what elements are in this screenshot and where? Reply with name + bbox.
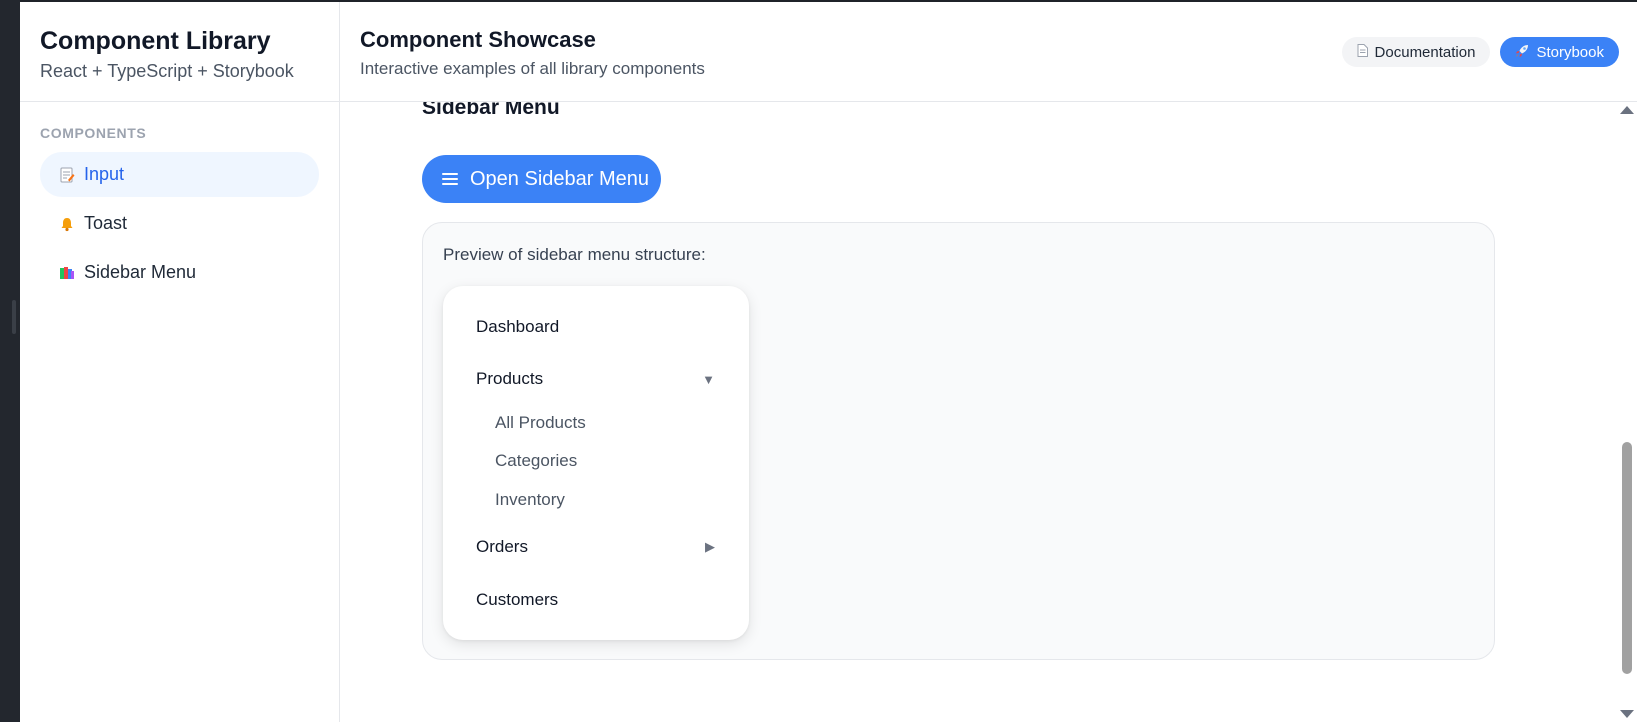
scroll-down-icon[interactable]	[1620, 710, 1634, 718]
brand: Component Library React + TypeScript + S…	[20, 2, 339, 102]
menu-item-customers[interactable]: Customers	[476, 590, 715, 610]
page-icon	[1357, 44, 1368, 60]
top-bar: Component Showcase Interactive examples …	[340, 2, 1637, 102]
open-sidebar-menu-label: Open Sidebar Menu	[470, 167, 650, 190]
storybook-button[interactable]: Storybook	[1500, 37, 1619, 67]
memo-icon	[58, 166, 76, 184]
chevron-down-icon: ▼	[702, 371, 715, 387]
sidebar-item-label: Input	[84, 164, 125, 184]
books-icon	[58, 264, 76, 282]
documentation-button[interactable]: Documentation	[1341, 37, 1491, 67]
vertical-scrollbar[interactable]	[1617, 102, 1637, 722]
sidebar-item-label: Sidebar Menu	[84, 262, 197, 282]
documentation-label: Documentation	[1374, 43, 1476, 61]
open-sidebar-menu-button[interactable]: Open Sidebar Menu	[422, 155, 661, 203]
menu-item-label: Orders	[476, 537, 528, 556]
resize-handle[interactable]	[12, 300, 16, 334]
brand-subtitle: React + TypeScript + Storybook	[40, 61, 294, 81]
submenu-item-categories[interactable]: Categories	[495, 451, 577, 471]
menu-item-label: Products	[476, 369, 544, 388]
app-window: Component Library React + TypeScript + S…	[20, 2, 1637, 722]
sidebar-item-toast[interactable]: Toast	[40, 201, 319, 246]
sidebar-item-input[interactable]: Input	[40, 152, 319, 197]
menu-item-products[interactable]: Products ▼	[476, 369, 715, 389]
sidebar-item-label: Toast	[84, 213, 128, 233]
rocket-icon	[1515, 44, 1529, 61]
submenu-item-inventory[interactable]: Inventory	[495, 490, 565, 510]
menu-item-label: Customers	[476, 590, 559, 609]
submenu-item-all-products[interactable]: All Products	[495, 413, 586, 433]
sidebar: Component Library React + TypeScript + S…	[20, 2, 340, 722]
content-scroll-area: Sidebar Menu Open Sidebar Menu Preview o…	[340, 102, 1617, 722]
window-edge	[0, 0, 20, 722]
preview-label: Preview of sidebar menu structure:	[443, 245, 706, 264]
sidebar-item-sidebar-menu[interactable]: Sidebar Menu	[40, 250, 319, 295]
bell-icon	[58, 215, 76, 233]
menu-preview-box: Preview of sidebar menu structure: Dashb…	[422, 222, 1495, 660]
brand-title: Component Library	[40, 27, 271, 55]
scroll-thumb[interactable]	[1622, 442, 1632, 674]
chevron-right-icon: ▶	[705, 539, 715, 554]
menu-item-label: Dashboard	[476, 317, 560, 336]
nav-section-label: COMPONENTS	[40, 125, 147, 141]
scroll-up-icon[interactable]	[1620, 106, 1634, 114]
section-title: Sidebar Menu	[422, 102, 560, 119]
menu-preview-card: Dashboard Products ▼ All Products Catego…	[443, 286, 749, 640]
top-actions: Documentation Storybook	[1341, 37, 1619, 67]
main-area: Component Showcase Interactive examples …	[340, 2, 1637, 722]
storybook-label: Storybook	[1536, 43, 1604, 61]
menu-item-dashboard[interactable]: Dashboard	[476, 317, 715, 337]
menu-item-orders[interactable]: Orders ▶	[476, 537, 715, 557]
hamburger-icon	[442, 173, 458, 185]
